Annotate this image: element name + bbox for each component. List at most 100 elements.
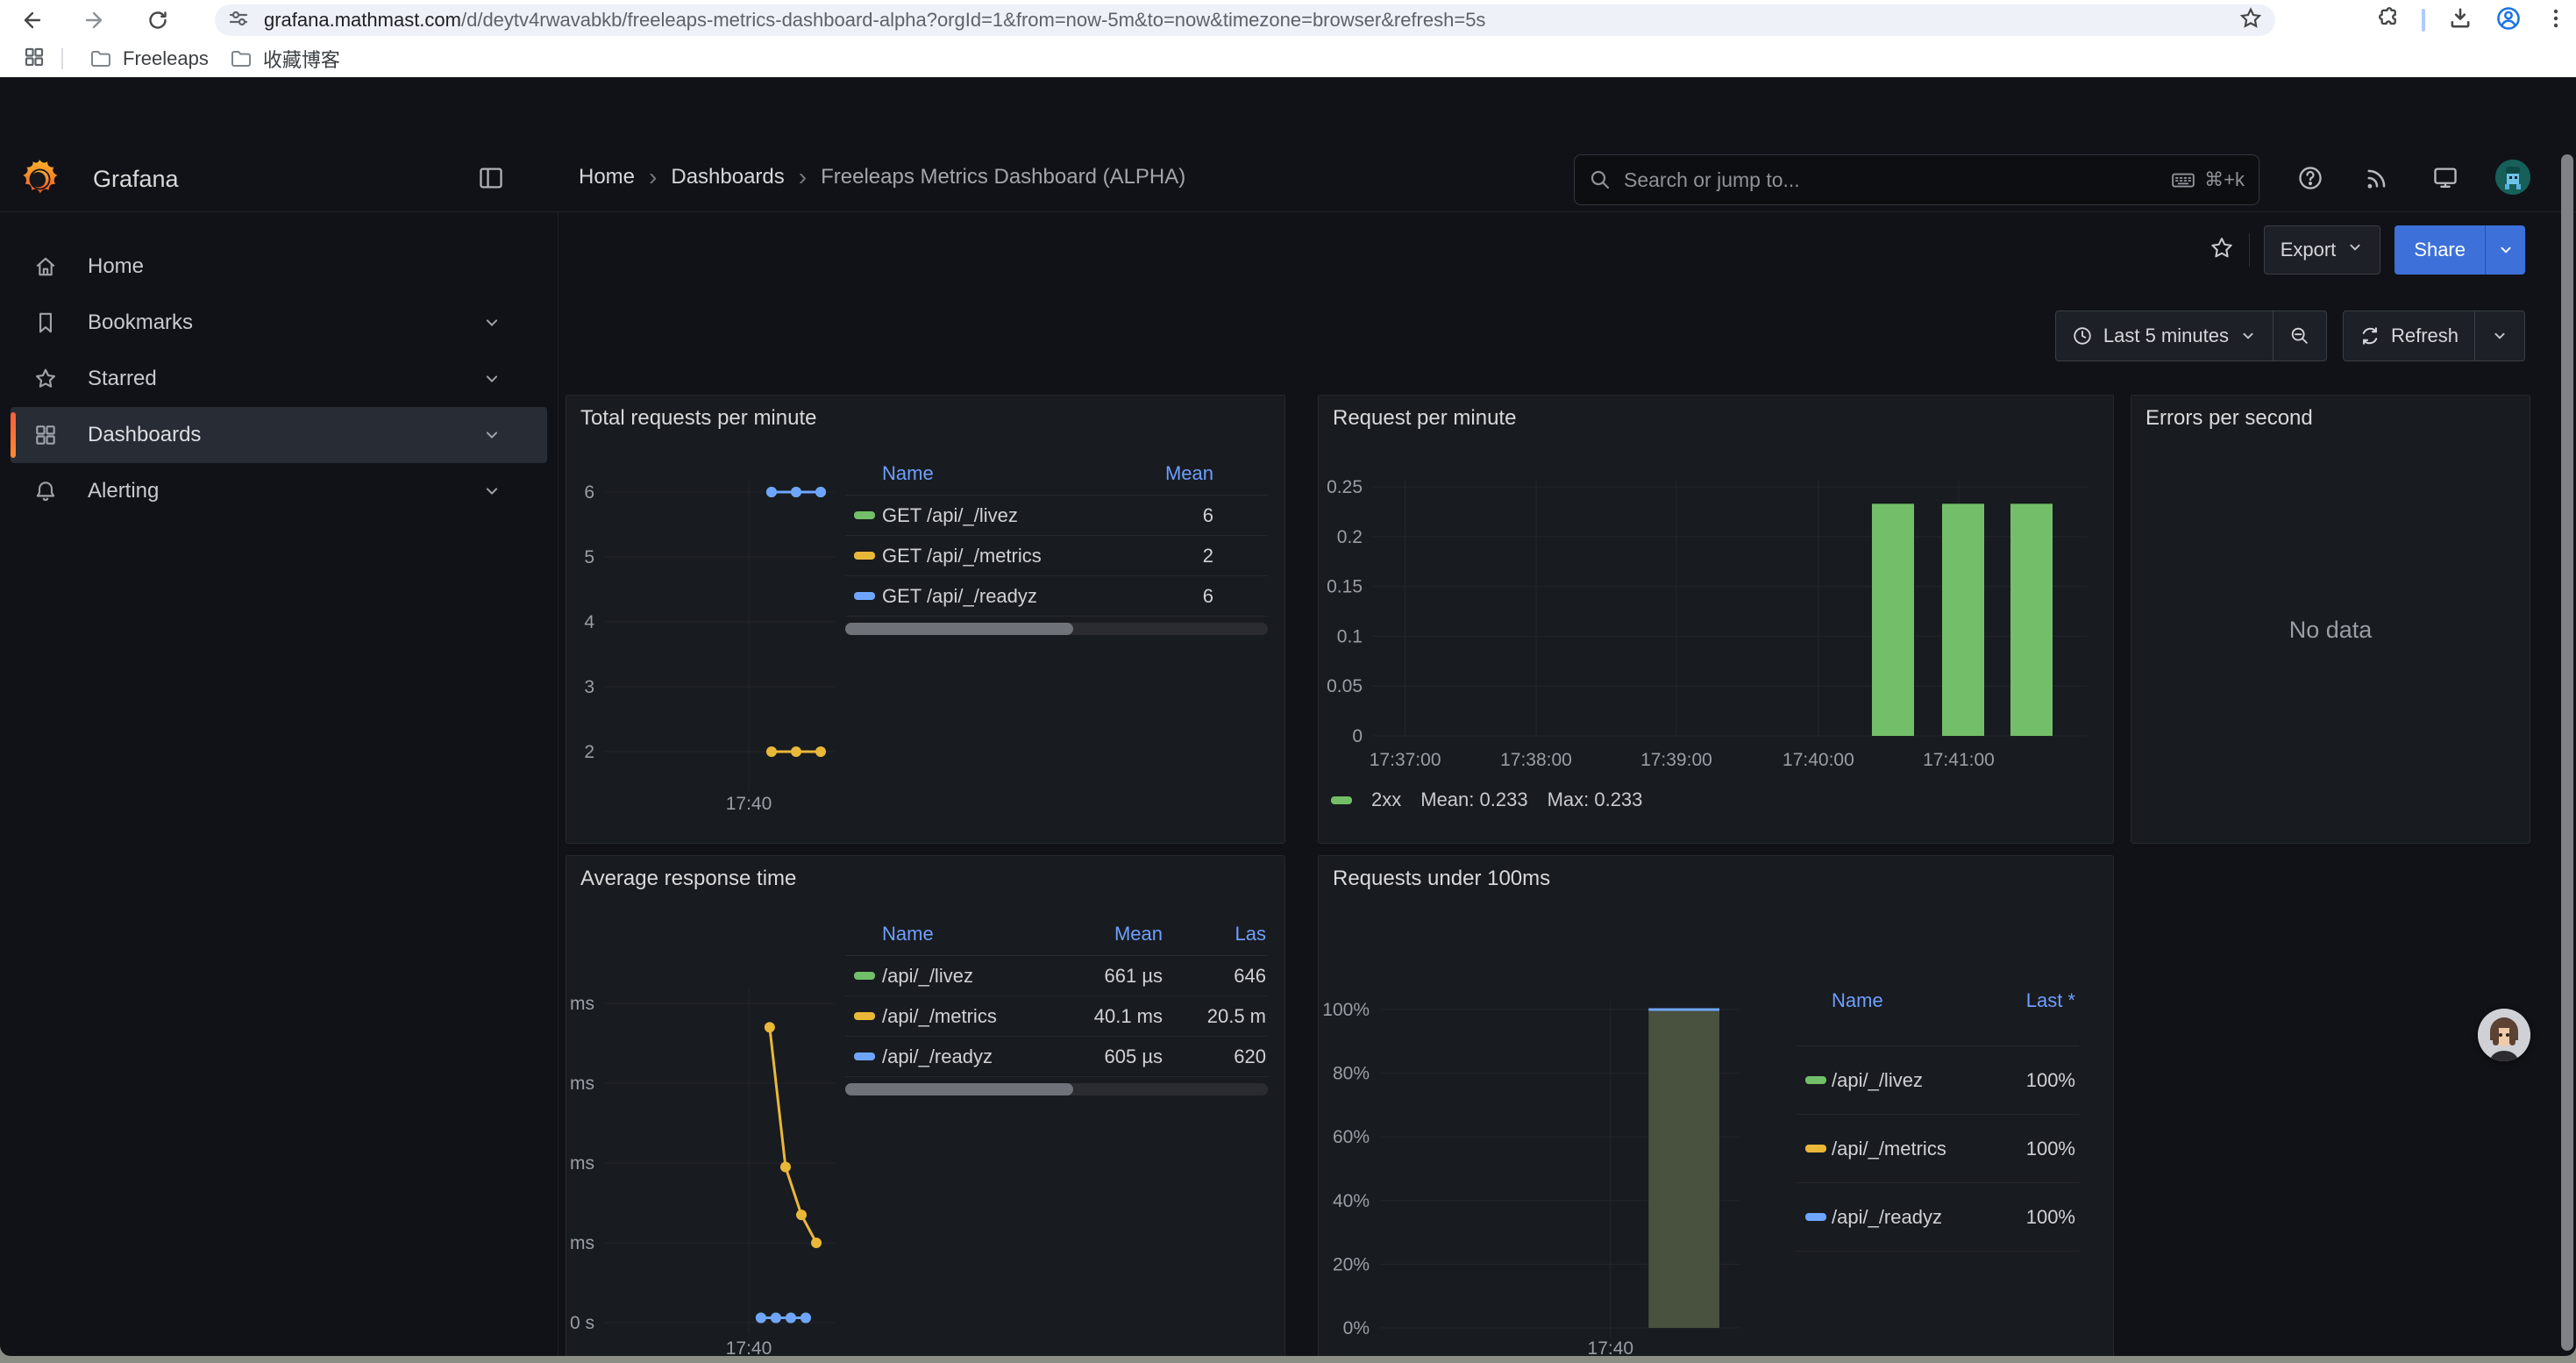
panel-average-response-time[interactable]: Average response time 0 s20 ms40 ms60 ms…: [566, 855, 1285, 1356]
chevron-down-icon[interactable]: [482, 313, 502, 332]
bookmark-folder-freeleaps[interactable]: Freeleaps: [79, 44, 219, 74]
series-swatch-green: [854, 972, 875, 980]
svg-text:4: 4: [584, 612, 594, 632]
mega-menu-toggle-icon[interactable]: [478, 165, 504, 191]
request-per-minute-chart[interactable]: 00.050.10.150.20.2517:37:0017:38:0017:39…: [1319, 396, 2113, 843]
user-avatar[interactable]: [2495, 160, 2530, 195]
legend-row[interactable]: /api/_/metrics 100%: [1797, 1115, 2079, 1183]
svg-text:17:38:00: 17:38:00: [1500, 750, 1572, 770]
legend-header-name[interactable]: Name: [882, 923, 934, 946]
series-swatch-green: [1805, 1076, 1826, 1084]
back-button-icon[interactable]: [12, 1, 51, 39]
legend-scrollbar[interactable]: [845, 1083, 1268, 1095]
help-icon[interactable]: [2297, 165, 2323, 191]
svg-text:6: 6: [584, 482, 594, 503]
panel-requests-under-100ms[interactable]: Requests under 100ms 0%20%40%60%80%100%1…: [1318, 855, 2114, 1356]
legend-header-name[interactable]: Name: [882, 462, 934, 485]
legend-row[interactable]: GET /api/_/readyz 6: [845, 576, 1268, 617]
legend-row[interactable]: GET /api/_/metrics 2: [845, 536, 1268, 576]
legend-header-mean[interactable]: Mean: [1165, 462, 1213, 485]
apps-grid-icon[interactable]: [23, 46, 46, 73]
panel-total-requests[interactable]: Total requests per minute 2345617:40 Nam…: [566, 395, 1285, 844]
legend-row[interactable]: /api/_/livez 100%: [1797, 1046, 2079, 1115]
downloads-icon[interactable]: [2448, 6, 2473, 35]
toolbar-divider: [2249, 233, 2250, 267]
grafana-logo[interactable]: [19, 159, 60, 199]
scrollbar-thumb[interactable]: [845, 1083, 1073, 1095]
bookmark-star-icon[interactable]: [2238, 6, 2263, 35]
panel-title[interactable]: Request per minute: [1333, 406, 1516, 431]
legend-scrollbar[interactable]: [845, 623, 1268, 635]
sidebar-item-bookmarks[interactable]: Bookmarks: [11, 295, 547, 351]
legend-header-mean[interactable]: Mean: [1114, 923, 1163, 946]
legend-row[interactable]: GET /api/_/livez 6: [845, 496, 1268, 536]
share-button[interactable]: Share: [2395, 225, 2485, 275]
time-range-picker[interactable]: Last 5 minutes: [2056, 311, 2273, 360]
refresh-icon: [2359, 325, 2380, 346]
breadcrumb-dashboards[interactable]: Dashboards: [671, 165, 784, 189]
panel-title[interactable]: Errors per second: [2145, 406, 2313, 431]
monitor-icon[interactable]: [2432, 165, 2459, 191]
export-button[interactable]: Export: [2264, 225, 2381, 275]
chevron-down-icon[interactable]: [482, 369, 502, 389]
chevron-down-icon: [2239, 327, 2257, 345]
legend-row[interactable]: /api/_/readyz 100%: [1797, 1183, 2079, 1252]
svg-text:0: 0: [1352, 726, 1363, 746]
panel-legend-table: Name Mean Las /api/_/livez 661 µs 646: [845, 923, 1268, 1095]
sidebar-item-starred[interactable]: Starred: [11, 351, 547, 407]
legend-header-name[interactable]: Name: [1832, 989, 1883, 1012]
legend-row[interactable]: /api/_/metrics 40.1 ms 20.5 m: [845, 996, 1268, 1037]
legend-header-last[interactable]: Las: [1235, 923, 1266, 946]
panel-title[interactable]: Requests under 100ms: [1333, 867, 1550, 891]
news-rss-icon[interactable]: [2364, 165, 2390, 191]
grafana-brand[interactable]: Grafana: [93, 166, 179, 193]
series-name[interactable]: 2xx: [1371, 789, 1401, 811]
reload-button-icon[interactable]: [139, 1, 177, 39]
svg-text:40 ms: 40 ms: [566, 1153, 594, 1174]
no-data-message: No data: [2131, 617, 2530, 644]
series-swatch-yellow: [1805, 1145, 1826, 1152]
address-bar[interactable]: grafana.mathmast.com/d/deytv4rwavabkb/fr…: [215, 4, 2275, 36]
sidebar-item-alerting[interactable]: Alerting: [11, 463, 547, 519]
site-controls-icon[interactable]: [227, 7, 250, 34]
series-name: /api/_/metrics: [1832, 1138, 1946, 1160]
chevron-down-icon[interactable]: [482, 482, 502, 501]
floating-assistant-avatar[interactable]: [2478, 1009, 2530, 1061]
legend-header-last[interactable]: Last *: [2026, 989, 2075, 1012]
folder-icon: [230, 47, 253, 70]
scrollbar-thumb[interactable]: [845, 623, 1073, 635]
panel-title[interactable]: Total requests per minute: [580, 406, 816, 431]
page-scrollbar[interactable]: [2561, 154, 2573, 1351]
search-input[interactable]: Search or jump to... ⌘+k: [1574, 154, 2259, 205]
refresh-interval-caret[interactable]: [2475, 311, 2524, 360]
breadcrumb-home[interactable]: Home: [579, 165, 635, 189]
url-text[interactable]: grafana.mathmast.com/d/deytv4rwavabkb/fr…: [264, 9, 2238, 32]
share-menu-caret[interactable]: [2485, 225, 2525, 275]
refresh-button[interactable]: Refresh: [2344, 311, 2474, 360]
sidebar-item-label: Bookmarks: [88, 310, 193, 335]
sidebar-item-home[interactable]: Home: [11, 239, 547, 295]
panel-errors-per-second[interactable]: Errors per second No data: [2131, 395, 2530, 844]
svg-text:0 s: 0 s: [570, 1313, 594, 1333]
panel-title[interactable]: Average response time: [580, 867, 796, 891]
dashboards-grid-icon: [33, 423, 58, 447]
svg-text:80 ms: 80 ms: [566, 994, 594, 1014]
legend-row[interactable]: /api/_/readyz 605 µs 620: [845, 1037, 1268, 1077]
series-name: /api/_/metrics: [882, 1005, 997, 1028]
sidebar-item-dashboards[interactable]: Dashboards: [11, 407, 547, 463]
legend-row[interactable]: /api/_/livez 661 µs 646: [845, 956, 1268, 996]
bookmark-folder-blogs[interactable]: 收藏博客: [219, 41, 351, 76]
svg-text:17:40: 17:40: [726, 794, 772, 814]
series-last: 100%: [2026, 1069, 2075, 1092]
profile-icon[interactable]: [2495, 5, 2522, 36]
zoom-out-button[interactable]: [2274, 311, 2326, 360]
svg-text:5: 5: [584, 547, 594, 567]
extensions-icon[interactable]: [2374, 6, 2399, 35]
forward-button-icon[interactable]: [75, 1, 114, 39]
browser-menu-icon[interactable]: [2544, 7, 2567, 34]
panel-legend[interactable]: 2xx Mean: 0.233 Max: 0.233: [1331, 789, 1642, 811]
favorite-star-icon[interactable]: [2209, 235, 2235, 266]
series-last: 646: [1234, 965, 1266, 988]
panel-request-per-minute[interactable]: Request per minute 00.050.10.150.20.2517…: [1318, 395, 2114, 844]
chevron-down-icon[interactable]: [482, 425, 502, 445]
